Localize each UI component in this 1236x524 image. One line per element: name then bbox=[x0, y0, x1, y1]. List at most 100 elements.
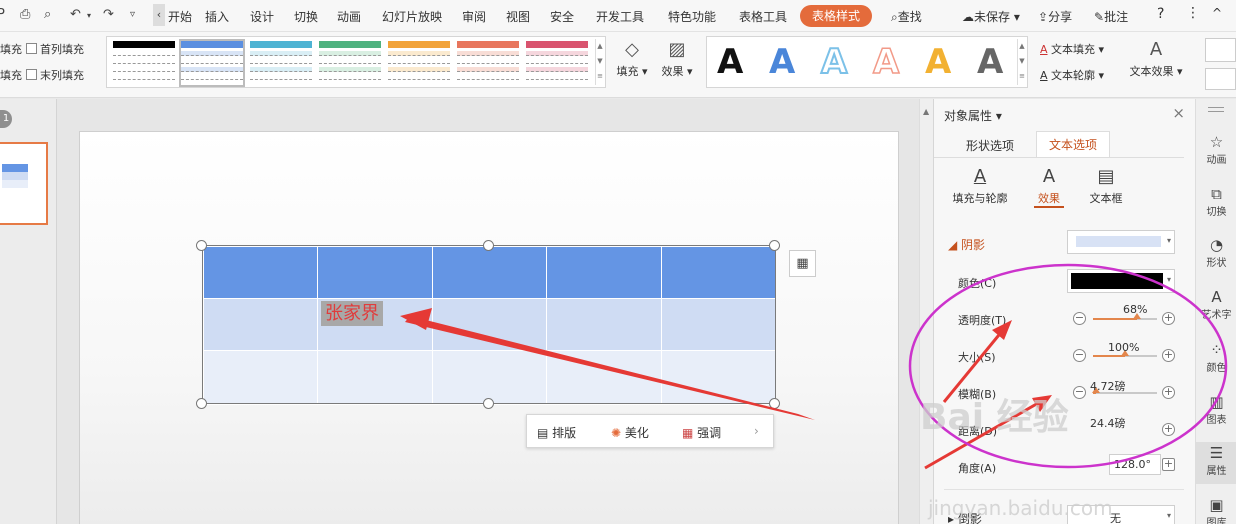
size-plus-button[interactable]: + bbox=[1162, 349, 1175, 362]
tab-transition[interactable]: 切换 bbox=[294, 8, 318, 25]
table-style-black[interactable] bbox=[113, 41, 175, 85]
share-button[interactable]: ⇪分享 bbox=[1038, 8, 1072, 25]
slide-table[interactable] bbox=[202, 246, 777, 405]
gallery-scroll[interactable]: ▲ ▼ ≡ bbox=[595, 39, 604, 85]
table-style-cyan[interactable] bbox=[250, 41, 312, 85]
emphasize-button[interactable]: ▦ 强调 bbox=[682, 424, 721, 441]
wordart-style-salmon-outline[interactable]: A bbox=[872, 39, 900, 85]
table-style-salmon[interactable] bbox=[457, 41, 519, 85]
collapse-ribbon-icon[interactable]: ^ bbox=[1212, 6, 1222, 20]
text-fill-button[interactable]: A 文本填充 ▾ bbox=[1040, 41, 1104, 57]
border-width-field[interactable] bbox=[1205, 38, 1236, 62]
print-icon[interactable]: ⎙ bbox=[20, 7, 30, 22]
sidebar-item-color[interactable]: ⁘ 颜色 bbox=[1196, 341, 1236, 374]
tab-developer[interactable]: 开发工具 bbox=[596, 8, 644, 25]
subtab-effect[interactable]: A 效果 bbox=[1034, 164, 1064, 208]
wordart-style-cyan-outline[interactable]: A bbox=[820, 39, 848, 85]
table-cell[interactable] bbox=[431, 350, 548, 405]
checkbox[interactable] bbox=[26, 69, 37, 80]
text-outline-button[interactable]: A 文本轮廓 ▾ bbox=[1040, 67, 1104, 83]
wordart-style-orange[interactable]: A bbox=[925, 39, 951, 85]
table-cell[interactable] bbox=[660, 298, 777, 351]
scroll-left-icon[interactable]: ‹ bbox=[153, 4, 165, 26]
resize-handle[interactable] bbox=[196, 398, 207, 409]
selected-cell-text[interactable]: 张家界 bbox=[321, 301, 383, 326]
table-cell[interactable] bbox=[660, 350, 777, 405]
subtab-textbox[interactable]: ▤ 文本框 bbox=[1086, 164, 1126, 206]
search-button[interactable]: ⌕查找 bbox=[891, 8, 922, 25]
checkbox[interactable] bbox=[26, 43, 37, 54]
transparency-plus-button[interactable]: + bbox=[1162, 312, 1175, 325]
sidebar-item-transition[interactable]: ⧉ 切换 bbox=[1196, 185, 1236, 218]
sidebar-item-gallery[interactable]: ▣ 图库 bbox=[1196, 496, 1236, 524]
size-slider[interactable] bbox=[1093, 350, 1157, 357]
table-cell[interactable] bbox=[431, 246, 548, 299]
tab-slideshow[interactable]: 幻灯片放映 bbox=[382, 8, 442, 25]
undo-dropdown-icon[interactable]: ▾ bbox=[87, 11, 91, 20]
transparency-minus-button[interactable]: − bbox=[1073, 312, 1086, 325]
wordart-style-gray[interactable]: A bbox=[977, 39, 1003, 85]
shadow-preset-dropdown[interactable]: ▾ bbox=[1067, 230, 1175, 254]
tab-view[interactable]: 视图 bbox=[506, 8, 530, 25]
comment-button[interactable]: ✎批注 bbox=[1094, 8, 1128, 25]
table-cell[interactable] bbox=[546, 350, 662, 405]
partial-icon[interactable]: P bbox=[0, 7, 5, 22]
header-row-fill-option[interactable]: 填充 bbox=[0, 41, 22, 57]
more-menu-icon[interactable]: ⋮ bbox=[1186, 5, 1200, 21]
tab-security[interactable]: 安全 bbox=[550, 8, 574, 25]
blur-minus-button[interactable]: − bbox=[1073, 386, 1086, 399]
table-cell[interactable] bbox=[546, 246, 662, 299]
beautify-button[interactable]: ✺ 美化 bbox=[611, 424, 649, 441]
sidebar-item-shape[interactable]: ◔ 形状 bbox=[1196, 236, 1236, 269]
wordart-style-blue[interactable]: A bbox=[769, 39, 795, 85]
tab-review[interactable]: 审阅 bbox=[462, 8, 486, 25]
blur-plus-button[interactable]: + bbox=[1162, 386, 1175, 399]
tab-features[interactable]: 特色功能 bbox=[668, 8, 716, 25]
scroll-up-icon[interactable]: ▲ bbox=[923, 107, 929, 116]
sidebar-item-animation[interactable]: ☆ 动画 bbox=[1196, 133, 1236, 166]
tab-table-tools[interactable]: 表格工具 bbox=[739, 8, 787, 25]
fill-button[interactable]: ◇ 填充 ▾ bbox=[614, 37, 650, 79]
drag-handle[interactable] bbox=[1208, 107, 1224, 112]
cloud-save-button[interactable]: ☁未保存 ▾ bbox=[962, 8, 1020, 25]
tab-insert[interactable]: 插入 bbox=[205, 8, 229, 25]
table-cell[interactable] bbox=[202, 298, 319, 351]
tab-shape-options[interactable]: 形状选项 bbox=[966, 137, 1014, 154]
table-style-green[interactable] bbox=[319, 41, 381, 85]
layout-button[interactable]: ▤ 排版 bbox=[537, 424, 576, 441]
table-cell[interactable] bbox=[317, 350, 433, 405]
table-cell[interactable] bbox=[202, 350, 319, 405]
sidebar-item-properties[interactable]: ☰ 属性 bbox=[1196, 442, 1236, 484]
wordart-scroll[interactable]: ▲ ▼ ≡ bbox=[1017, 39, 1026, 85]
resize-handle[interactable] bbox=[196, 240, 207, 251]
tab-text-options[interactable]: 文本选项 bbox=[1036, 131, 1111, 158]
table-style-orange[interactable] bbox=[388, 41, 450, 85]
resize-handle[interactable] bbox=[769, 398, 780, 409]
transparency-slider[interactable] bbox=[1093, 313, 1157, 320]
table-cell[interactable] bbox=[431, 298, 548, 351]
wordart-style-black[interactable]: A bbox=[717, 39, 743, 85]
resize-handle[interactable] bbox=[483, 398, 494, 409]
panel-title[interactable]: 对象属性 ▾ bbox=[944, 107, 1002, 124]
table-cell[interactable] bbox=[546, 298, 662, 351]
tab-home[interactable]: 开始 bbox=[168, 8, 192, 25]
tab-design[interactable]: 设计 bbox=[250, 8, 274, 25]
last-column-fill-option[interactable]: 末列填充 bbox=[26, 67, 84, 83]
canvas-scrollbar[interactable]: ▲ bbox=[919, 99, 933, 524]
tab-table-style[interactable]: 表格样式 bbox=[800, 5, 873, 27]
total-row-fill-option[interactable]: 填充 bbox=[0, 67, 22, 83]
angle-plus-button[interactable]: + bbox=[1162, 458, 1175, 471]
slide-thumbnail[interactable] bbox=[0, 142, 48, 225]
sidebar-item-chart[interactable]: ▥ 图表 bbox=[1196, 393, 1236, 426]
tab-animation[interactable]: 动画 bbox=[337, 8, 361, 25]
sidebar-item-wordart[interactable]: A 艺术字 bbox=[1196, 288, 1236, 321]
distance-plus-button[interactable]: + bbox=[1162, 423, 1175, 436]
table-style-blue[interactable] bbox=[179, 39, 245, 87]
shadow-color-dropdown[interactable]: ▾ bbox=[1067, 269, 1175, 293]
table-cell[interactable] bbox=[317, 246, 433, 299]
subtab-fill-outline[interactable]: A 填充与轮廓 bbox=[948, 164, 1012, 206]
more-icon[interactable]: ▿ bbox=[130, 9, 135, 20]
shadow-section-header[interactable]: ◢ 阴影 bbox=[948, 236, 985, 253]
resize-handle[interactable] bbox=[483, 240, 494, 251]
redo-icon[interactable]: ↷ bbox=[103, 7, 114, 22]
